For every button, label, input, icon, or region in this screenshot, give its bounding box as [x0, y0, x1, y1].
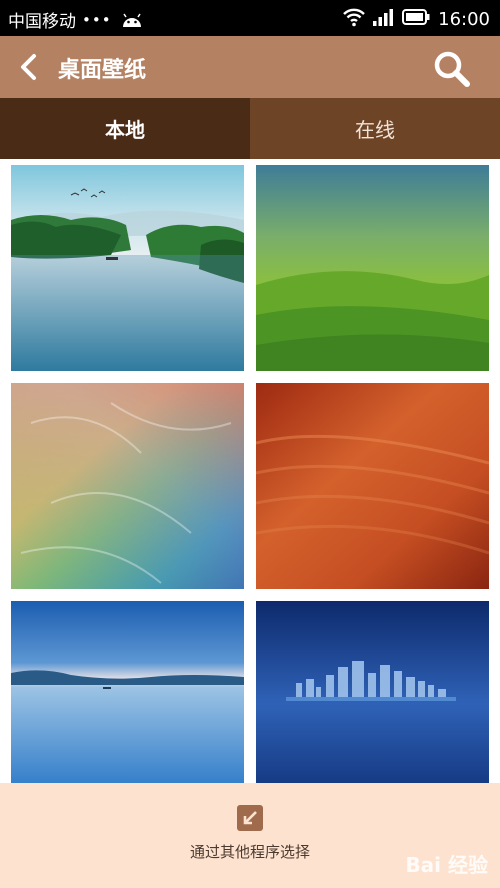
wifi-icon: [342, 7, 366, 32]
wallpaper-thumb-leaves[interactable]: [11, 383, 244, 589]
back-arrow-icon[interactable]: [14, 51, 46, 83]
tab-bar: 本地 在线: [0, 98, 500, 159]
wallpaper-thumb-hills[interactable]: [256, 165, 489, 371]
status-right: 16:00: [342, 7, 490, 32]
search-icon[interactable]: [432, 49, 472, 89]
status-bar: 中国移动 ••• 16:00: [0, 0, 500, 36]
app-header: 桌面壁纸: [0, 36, 500, 98]
clock: 16:00: [438, 9, 490, 30]
carrier-name: 中国移动: [8, 12, 76, 32]
wallpaper-grid: [0, 159, 500, 783]
wallpaper-thumb-orange[interactable]: [256, 383, 489, 589]
page-title: 桌面壁纸: [58, 58, 147, 83]
battery-icon: [402, 8, 430, 31]
android-icon: [120, 12, 144, 28]
choose-from-other-app[interactable]: 通过其他程序选择 Bai 经验: [0, 783, 500, 888]
wallpaper-thumb-city[interactable]: [256, 601, 489, 783]
watermark: Bai 经验: [405, 853, 488, 877]
import-icon: [237, 805, 263, 831]
wallpaper-thumb-river[interactable]: [11, 165, 244, 371]
signal-icon: [372, 7, 394, 32]
more-dots: •••: [82, 10, 112, 29]
tab-online-label: 在线: [355, 118, 395, 142]
tab-local-label: 本地: [105, 118, 145, 142]
tab-online[interactable]: 在线: [250, 98, 500, 159]
wallpaper-thumb-lake[interactable]: [11, 601, 244, 783]
tab-local[interactable]: 本地: [0, 98, 250, 159]
status-left: 中国移动 •••: [8, 7, 144, 32]
